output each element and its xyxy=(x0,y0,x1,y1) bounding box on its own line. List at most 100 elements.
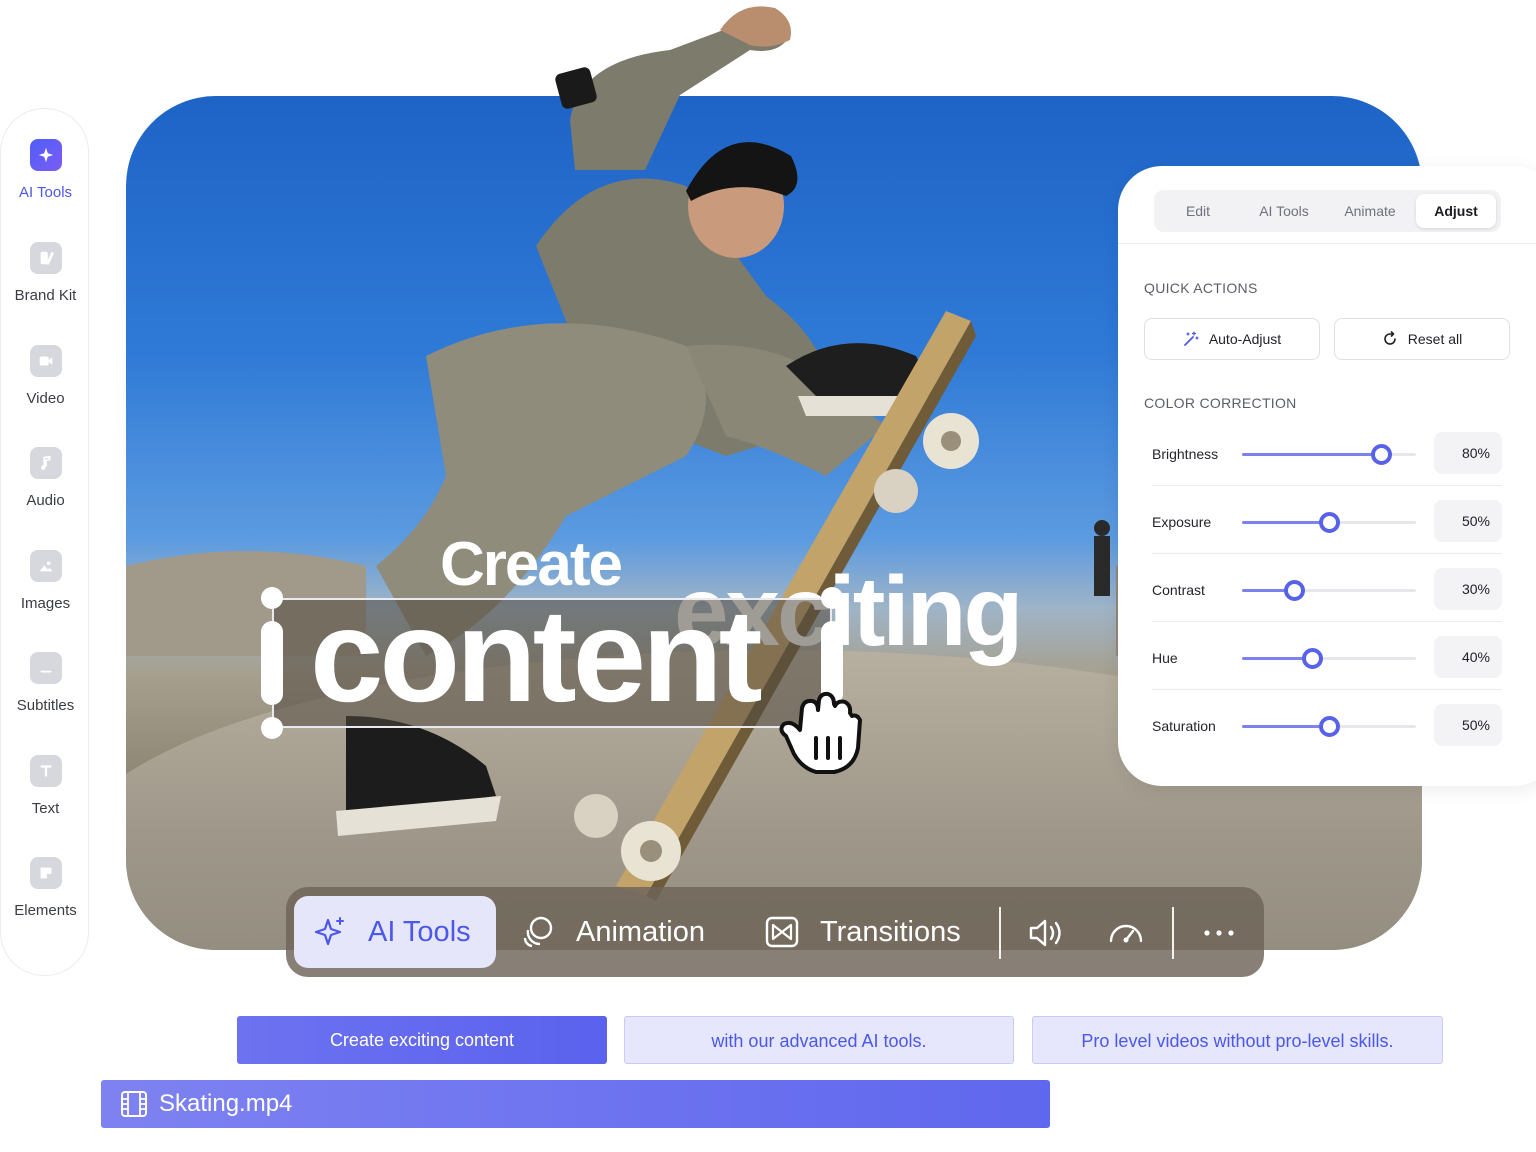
divider xyxy=(1152,485,1502,486)
slider-fill xyxy=(1242,725,1329,728)
text-clip[interactable]: Pro level videos without pro-level skill… xyxy=(1032,1016,1443,1064)
tab-edit[interactable]: Edit xyxy=(1158,194,1238,228)
canvas-text-line-3[interactable]: content xyxy=(310,590,763,722)
video-clip[interactable]: Skating.mp4 xyxy=(101,1080,1050,1128)
slider-knob[interactable] xyxy=(1319,716,1340,737)
transitions-icon xyxy=(765,916,799,948)
sidebar-item-label: Subtitles xyxy=(16,697,75,714)
more-icon[interactable] xyxy=(1199,913,1239,953)
sidebar-item-video[interactable]: Video xyxy=(1,345,90,407)
slider-row-contrast: Contrast 30% xyxy=(1144,568,1502,636)
slider-knob[interactable] xyxy=(1371,444,1393,465)
slider-knob[interactable] xyxy=(1319,512,1340,533)
slider-value[interactable]: 50% xyxy=(1434,500,1502,542)
sidebar-item-label: Elements xyxy=(14,902,77,919)
sidebar-item-ai-tools[interactable]: AI Tools xyxy=(1,139,90,201)
subtitles-icon xyxy=(29,652,62,684)
tab-adjust[interactable]: Adjust xyxy=(1416,194,1496,228)
animation-icon xyxy=(523,916,553,948)
reset-icon xyxy=(1384,331,1396,345)
tab-ai-tools[interactable]: AI Tools xyxy=(1242,194,1326,228)
slider-fill xyxy=(1242,521,1329,524)
text-clip[interactable]: Create exciting content xyxy=(237,1016,607,1064)
slider-label: Saturation xyxy=(1152,718,1216,734)
sidebar-item-label: AI Tools xyxy=(18,184,73,201)
resize-handle-top-right[interactable] xyxy=(821,587,843,609)
slider-value[interactable]: 40% xyxy=(1434,636,1502,678)
divider xyxy=(1152,689,1502,690)
film-icon xyxy=(121,1091,147,1117)
resize-handle-left[interactable] xyxy=(261,621,283,705)
slider-label: Contrast xyxy=(1152,582,1205,598)
sidebar-item-label: Audio xyxy=(26,492,65,509)
sparkle-icon xyxy=(29,139,62,171)
toolbar-transitions-button[interactable]: Transitions xyxy=(764,914,961,950)
sidebar-item-label: Text xyxy=(31,800,60,817)
color-correction-title: COLOR CORRECTION xyxy=(1144,395,1297,411)
toolbar-ai-tools-button[interactable]: AI Tools xyxy=(294,896,496,968)
slider-value[interactable]: 80% xyxy=(1434,432,1502,474)
reset-all-label: Reset all xyxy=(1407,331,1463,347)
video-camera-icon xyxy=(29,345,62,377)
adjust-panel: Edit AI Tools Animate Adjust QUICK ACTIO… xyxy=(1118,166,1536,786)
saturation-slider[interactable] xyxy=(1242,716,1416,737)
sidebar-item-elements[interactable]: Elements xyxy=(1,857,90,919)
exposure-slider[interactable] xyxy=(1242,512,1416,533)
magic-wand-icon xyxy=(1183,331,1199,346)
volume-icon[interactable] xyxy=(1026,913,1066,953)
slider-label: Brightness xyxy=(1152,446,1219,462)
auto-adjust-label: Auto-Adjust xyxy=(1208,331,1282,347)
tab-animate[interactable]: Animate xyxy=(1328,194,1412,228)
slider-label: Exposure xyxy=(1152,514,1212,530)
sidebar-item-brand-kit[interactable]: Brand Kit xyxy=(1,242,90,304)
slider-knob[interactable] xyxy=(1284,580,1306,601)
sidebar-item-text[interactable]: Text xyxy=(1,755,90,817)
auto-adjust-button[interactable]: Auto-Adjust xyxy=(1144,318,1320,360)
sidebar-item-label: Brand Kit xyxy=(14,287,77,304)
resize-handle-bottom-left[interactable] xyxy=(261,717,283,739)
text-clip[interactable]: with our advanced AI tools. xyxy=(624,1016,1014,1064)
contrast-slider[interactable] xyxy=(1242,580,1416,601)
toolbar-transitions-label: Transitions xyxy=(820,915,961,948)
slider-row-exposure: Exposure 50% xyxy=(1144,500,1502,568)
toolbar-ai-tools-label: AI Tools xyxy=(368,915,471,948)
divider xyxy=(1152,553,1502,554)
slider-value[interactable]: 50% xyxy=(1434,704,1502,746)
sidebar-item-audio[interactable]: Audio xyxy=(1,447,90,509)
sidebar-item-subtitles[interactable]: Subtitles xyxy=(1,652,90,714)
slider-row-brightness: Brightness 80% xyxy=(1144,432,1502,500)
brightness-slider[interactable] xyxy=(1242,444,1416,465)
slider-row-hue: Hue 40% xyxy=(1144,636,1502,704)
sidebar-item-label: Video xyxy=(26,390,65,407)
grab-cursor-icon xyxy=(779,691,862,774)
toolbar-animation-button[interactable]: Animation xyxy=(520,914,705,950)
slider-row-saturation: Saturation 50% xyxy=(1144,704,1502,772)
elements-icon xyxy=(29,857,62,889)
image-icon xyxy=(29,550,62,582)
sidebar: AI Tools Brand Kit Video Audio Images Su… xyxy=(0,108,89,976)
skater-arm xyxy=(555,6,791,171)
slider-value[interactable]: 30% xyxy=(1434,568,1502,610)
music-note-icon xyxy=(29,447,62,479)
slider-label: Hue xyxy=(1152,650,1178,666)
speed-icon[interactable] xyxy=(1106,913,1146,953)
reset-all-button[interactable]: Reset all xyxy=(1334,318,1510,360)
toolbar-divider xyxy=(1172,907,1174,959)
toolbar-animation-label: Animation xyxy=(576,915,705,948)
quick-actions-title: QUICK ACTIONS xyxy=(1144,280,1258,296)
editor-toolbar: AI Tools Animation Transitions xyxy=(286,887,1264,977)
sparkle-icon xyxy=(314,917,344,946)
divider xyxy=(1152,621,1502,622)
brand-kit-icon xyxy=(29,242,62,274)
slider-fill xyxy=(1242,453,1382,456)
divider xyxy=(1118,243,1536,244)
panel-tabs: Edit AI Tools Animate Adjust xyxy=(1154,190,1501,232)
sidebar-item-label: Images xyxy=(20,595,71,612)
video-clip-name: Skating.mp4 xyxy=(159,1090,293,1117)
slider-knob[interactable] xyxy=(1301,648,1323,669)
toolbar-divider xyxy=(999,907,1001,959)
hue-slider[interactable] xyxy=(1242,648,1416,669)
resize-handle-top-left[interactable] xyxy=(261,587,283,609)
sidebar-item-images[interactable]: Images xyxy=(1,550,90,612)
text-icon xyxy=(29,755,62,787)
